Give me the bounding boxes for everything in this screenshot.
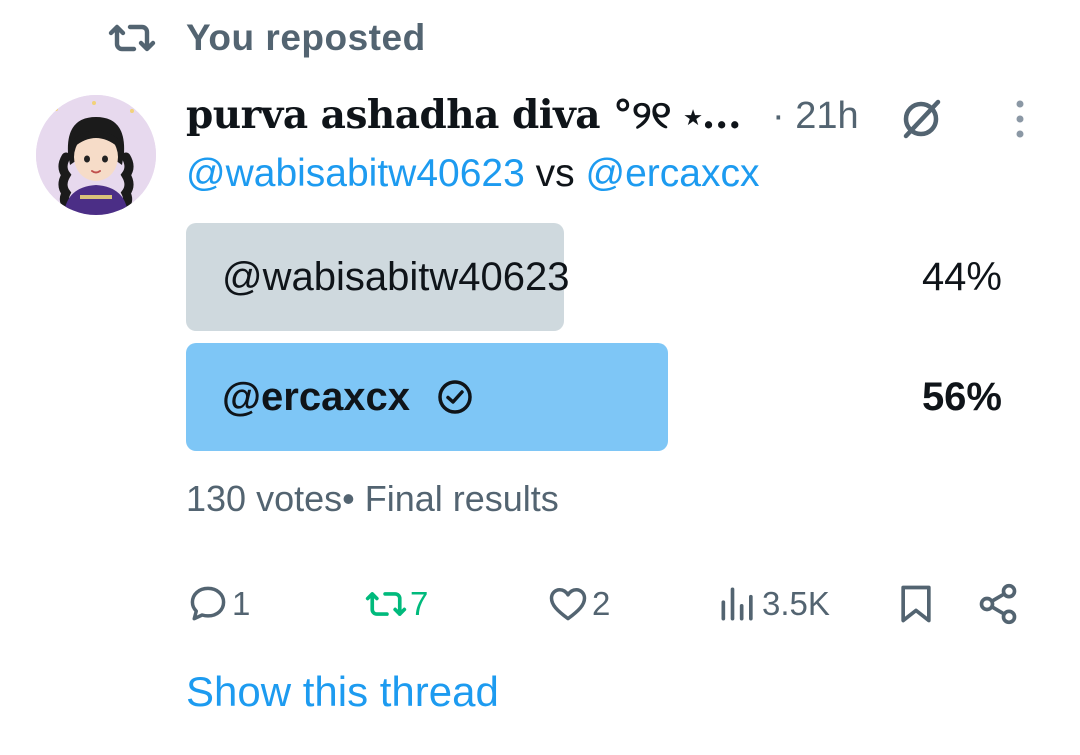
like-button[interactable]: 2 (546, 580, 610, 628)
reply-button[interactable]: 1 (186, 580, 250, 628)
timestamp[interactable]: · 21h (772, 95, 859, 138)
views-button[interactable]: 3.5K (716, 580, 830, 628)
repost-button[interactable]: 7 (364, 580, 428, 628)
view-count: 3.5K (762, 585, 830, 622)
mention-link[interactable]: @wabisabitw40623 (186, 152, 525, 195)
poll-option-percent: 56% (921, 374, 1002, 419)
repost-icon (365, 592, 407, 616)
mention-link[interactable]: @ercaxcx (585, 152, 759, 195)
poll-option-label: @ercaxcx (222, 374, 411, 419)
bookmark-button[interactable] (894, 580, 938, 628)
grok-icon[interactable] (896, 96, 946, 142)
avatar-illustration (36, 95, 156, 215)
reply-icon (190, 586, 226, 621)
poll-option-label: @wabisabitw40623 (222, 254, 570, 299)
vs-text: vs (535, 152, 575, 195)
bookmark-icon (901, 585, 931, 623)
display-name[interactable]: purva ashadha diva °୨୧ ⋆... (186, 92, 742, 138)
more-options-icon[interactable] (1010, 98, 1030, 140)
repost-context-label: You reposted (186, 17, 426, 58)
poll-option-label-wrap: @ercaxcx (222, 343, 474, 451)
repost-icon (108, 24, 156, 52)
reply-count: 1 (232, 585, 251, 622)
analytics-icon (721, 587, 753, 621)
heart-icon (549, 587, 587, 621)
repost-context: You reposted (108, 16, 426, 60)
check-circle-icon (438, 380, 472, 414)
share-button[interactable] (976, 580, 1020, 628)
poll-option: @wabisabitw40623 44% (186, 223, 1002, 331)
tweet-text: @wabisabitw40623 vs @ercaxcx (186, 152, 759, 196)
share-icon (979, 583, 1017, 625)
like-count: 2 (592, 585, 611, 622)
repost-count: 7 (410, 585, 429, 622)
poll-option-percent: 44% (921, 254, 1002, 299)
poll-option-winner: @ercaxcx 56% (186, 343, 1002, 451)
show-thread-link[interactable]: Show this thread (186, 668, 499, 716)
avatar[interactable] (36, 95, 156, 215)
poll-summary: 130 votes• Final results (186, 478, 559, 519)
